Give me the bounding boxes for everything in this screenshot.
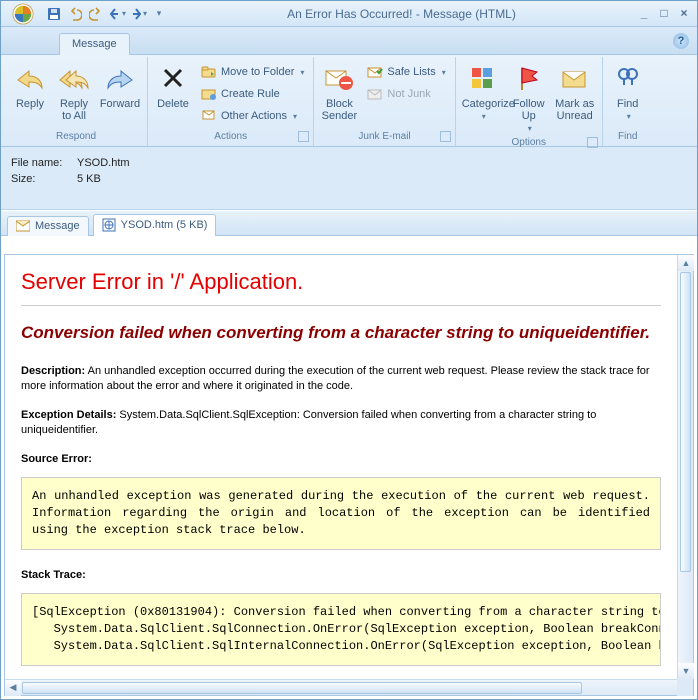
prev-item-icon[interactable]: ▾	[108, 5, 126, 23]
folder-move-icon	[201, 64, 217, 80]
categorize-button[interactable]: Categorize▾	[460, 59, 506, 124]
save-icon[interactable]	[45, 5, 63, 23]
qat-customize-icon[interactable]: ▾	[150, 5, 168, 23]
reply-button[interactable]: Reply	[9, 59, 51, 121]
filename-value: YSOD.htm	[77, 155, 130, 171]
maximize-button[interactable]: □	[655, 7, 673, 21]
window-controls: _ □ ×	[635, 7, 693, 21]
quick-access-toolbar: ▾ ▾ ▾	[45, 5, 168, 23]
other-actions-icon	[201, 108, 217, 124]
tab-message[interactable]: Message	[59, 33, 130, 55]
error-subtitle: Conversion failed when converting from a…	[21, 322, 661, 344]
scroll-left-icon[interactable]: ◀	[5, 680, 21, 696]
find-button[interactable]: Find▾	[607, 59, 649, 124]
group-options: Categorize▾ Follow Up▾ Mark as Unread Op…	[456, 57, 603, 146]
next-item-icon[interactable]: ▾	[129, 5, 147, 23]
move-to-folder-button[interactable]: Move to Folder▾	[196, 61, 309, 83]
group-actions-label: Actions	[214, 131, 247, 142]
not-junk-icon	[367, 86, 383, 102]
undo-icon[interactable]	[66, 5, 84, 23]
preview-pane: Server Error in '/' Application. Convers…	[4, 254, 694, 696]
ribbon-tabs: Message ?	[1, 27, 697, 55]
attachment-tabs: Message YSOD.htm (5 KB)	[1, 210, 697, 236]
stack-trace-label: Stack Trace:	[21, 568, 661, 583]
tab-attachment[interactable]: YSOD.htm (5 KB)	[93, 214, 217, 236]
horizontal-scrollbar[interactable]: ◀ ▶	[5, 679, 693, 695]
source-error-label: Source Error:	[21, 452, 661, 467]
follow-up-button[interactable]: Follow Up▾	[508, 59, 550, 136]
reply-all-button[interactable]: Reply to All	[53, 59, 95, 123]
group-find: Find▾ Find	[603, 57, 653, 146]
error-page: Server Error in '/' Application. Convers…	[5, 255, 677, 679]
error-title: Server Error in '/' Application.	[21, 269, 661, 295]
error-exception-details: Exception Details: System.Data.SqlClient…	[21, 408, 661, 438]
envelope-icon	[16, 220, 30, 232]
redo-icon[interactable]	[87, 5, 105, 23]
attachment-info: File name: YSOD.htm Size: 5 KB	[1, 147, 697, 210]
not-junk-button: Not Junk	[362, 83, 450, 105]
scroll-down-icon[interactable]: ▼	[678, 663, 694, 679]
error-divider	[21, 305, 661, 306]
create-rule-button[interactable]: Create Rule	[196, 83, 309, 105]
group-respond: Reply Reply to All Forward Respond	[5, 57, 148, 146]
ribbon: Reply Reply to All Forward Respond Delet…	[1, 55, 697, 147]
safe-lists-button[interactable]: Safe Lists▾	[362, 61, 450, 83]
filename-label: File name:	[11, 155, 71, 171]
group-respond-label: Respond	[9, 130, 143, 146]
other-actions-button[interactable]: Other Actions▾	[196, 105, 309, 127]
scroll-corner	[677, 679, 693, 695]
error-description: Description: An unhandled exception occu…	[21, 364, 661, 394]
close-button[interactable]: ×	[675, 7, 693, 21]
options-dialog-launcher[interactable]	[587, 137, 598, 148]
group-actions: Delete Move to Folder▾ Create Rule Other…	[148, 57, 314, 146]
vertical-scroll-thumb[interactable]	[680, 272, 691, 572]
block-sender-button[interactable]: Block Sender	[318, 59, 360, 123]
forward-button[interactable]: Forward	[97, 59, 143, 121]
stack-trace-box: [SqlException (0x80131904): Conversion f…	[21, 593, 661, 666]
minimize-button[interactable]: _	[635, 7, 653, 21]
size-label: Size:	[11, 171, 71, 187]
office-button[interactable]	[5, 3, 41, 25]
delete-button[interactable]: Delete	[152, 59, 194, 121]
group-options-label: Options	[511, 137, 545, 148]
help-icon[interactable]: ?	[673, 33, 689, 49]
actions-dialog-launcher[interactable]	[298, 131, 309, 142]
safe-lists-icon	[367, 64, 383, 80]
window-title: An Error Has Occurred! - Message (HTML)	[168, 7, 635, 21]
tab-message-body[interactable]: Message	[7, 216, 89, 236]
titlebar: ▾ ▾ ▾ An Error Has Occurred! - Message (…	[1, 1, 697, 27]
group-junk: Block Sender Safe Lists▾ Not Junk Junk E…	[314, 57, 455, 146]
create-rule-icon	[201, 86, 217, 102]
html-file-icon	[102, 218, 116, 232]
junk-dialog-launcher[interactable]	[440, 131, 451, 142]
scroll-up-icon[interactable]: ▲	[678, 255, 694, 271]
size-value: 5 KB	[77, 171, 101, 187]
mark-unread-button[interactable]: Mark as Unread	[552, 59, 598, 123]
vertical-scrollbar[interactable]: ▲ ▼	[677, 255, 693, 679]
source-error-box: An unhandled exception was generated dur…	[21, 477, 661, 550]
group-junk-label: Junk E-mail	[358, 131, 410, 142]
horizontal-scroll-thumb[interactable]	[22, 682, 582, 694]
group-find-label: Find	[607, 130, 649, 146]
